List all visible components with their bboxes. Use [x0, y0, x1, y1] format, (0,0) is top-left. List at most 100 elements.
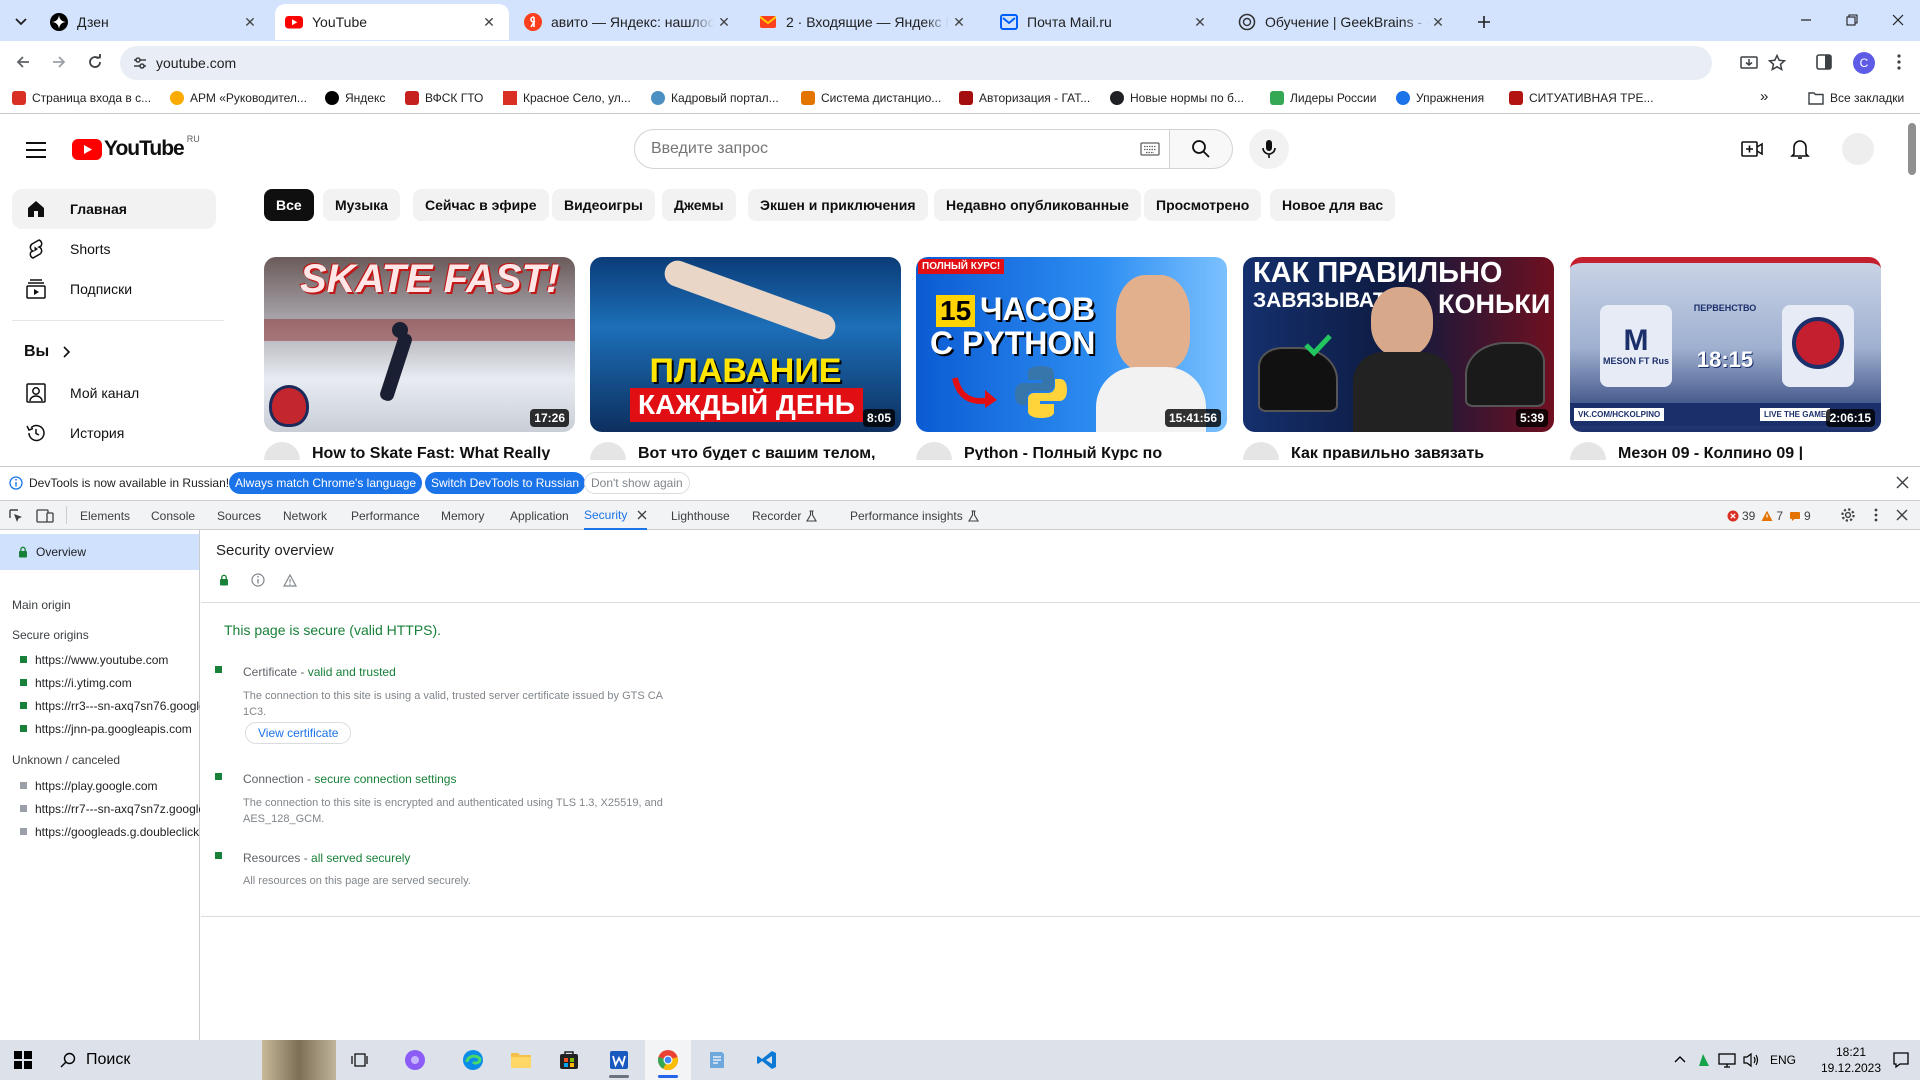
notification-center-icon[interactable]	[1892, 1051, 1910, 1069]
tab-performance-insights[interactable]: Performance insights	[850, 509, 979, 523]
bookmark-item[interactable]: Страница входа в с...	[12, 91, 151, 105]
sidebar-item-home[interactable]: Главная	[12, 189, 216, 229]
youtube-logo[interactable]: YouTube RU	[72, 134, 200, 161]
close-icon[interactable]: ✕	[1428, 14, 1448, 31]
bookmark-item[interactable]: Лидеры России	[1270, 91, 1376, 105]
url-text[interactable]: youtube.com	[156, 55, 236, 71]
tab-avito-yandex[interactable]: авито — Яндекс: нашлось 5 ты ✕	[514, 4, 744, 40]
taskbar-app-copilot[interactable]	[392, 1040, 438, 1080]
channel-avatar[interactable]	[264, 442, 300, 460]
tray-app-icon[interactable]	[1697, 1052, 1711, 1068]
issue-counters[interactable]: 39 7 9	[1727, 509, 1811, 523]
search-box[interactable]	[634, 129, 1170, 169]
taskbar-app-word[interactable]	[596, 1040, 642, 1080]
tab-search-button[interactable]	[8, 8, 34, 34]
taskbar-app-explorer[interactable]	[498, 1040, 544, 1080]
video-thumbnail[interactable]: ПОЛНЫЙ КУРС! 15 ЧАСОВ С PYTHON 15:41:56	[916, 257, 1227, 432]
close-icon[interactable]	[1896, 476, 1909, 489]
channel-avatar[interactable]	[916, 442, 952, 460]
account-avatar[interactable]	[1842, 133, 1874, 165]
origin-item[interactable]: https://googleads.g.doubleclick.net	[20, 825, 200, 839]
video-title[interactable]: How to Skate Fast: What Really	[312, 445, 550, 460]
search-button[interactable]	[1169, 129, 1233, 169]
close-icon[interactable]: ✕	[479, 14, 499, 31]
bookmark-item[interactable]: Упражнения	[1396, 91, 1484, 105]
chip-jams[interactable]: Джемы	[662, 189, 736, 221]
page-scrollbar-thumb[interactable]	[1908, 123, 1916, 175]
origin-item[interactable]: https://rr7---sn-axq7sn7z.googlevideo.co…	[20, 802, 200, 816]
bookmark-star-icon[interactable]	[1768, 54, 1786, 72]
dont-show-again-button[interactable]: Don't show again	[584, 472, 690, 494]
all-bookmarks-button[interactable]: Все закладки	[1808, 91, 1904, 105]
video-thumbnail[interactable]: M MESON FT Rus ПЕРВЕНСТВО 18:15 VK.COM/H…	[1570, 257, 1881, 432]
tab-geekbrains[interactable]: Обучение | GeekBrains - образ ✕	[1228, 4, 1458, 40]
tab-network[interactable]: Network	[283, 509, 327, 523]
chip-new-for-you[interactable]: Новое для вас	[1270, 189, 1396, 221]
switch-devtools-russian-button[interactable]: Switch DevTools to Russian	[425, 472, 586, 494]
volume-icon[interactable]	[1742, 1052, 1760, 1068]
close-icon[interactable]: ✕	[949, 14, 969, 31]
tab-application[interactable]: Application	[510, 509, 569, 523]
profile-avatar[interactable]: C	[1853, 52, 1875, 74]
search-input[interactable]	[651, 140, 1111, 158]
tab-console[interactable]: Console	[151, 509, 195, 523]
bookmark-item[interactable]: Яндекс	[325, 91, 385, 105]
match-chrome-language-button[interactable]: Always match Chrome's language	[229, 472, 423, 494]
new-tab-button[interactable]	[1470, 8, 1498, 36]
chip-all[interactable]: Все	[264, 189, 314, 221]
chip-watched[interactable]: Просмотрено	[1144, 189, 1262, 221]
hamburger-menu-icon[interactable]	[24, 140, 48, 160]
bookmark-item[interactable]: Кадровый портал...	[651, 91, 779, 105]
window-restore-button[interactable]	[1832, 8, 1872, 32]
side-panel-icon[interactable]	[1815, 53, 1833, 71]
taskbar-app-chrome[interactable]	[645, 1040, 691, 1080]
chip-video-games[interactable]: Видеоигры	[552, 189, 655, 221]
chip-music[interactable]: Музыка	[323, 189, 400, 221]
video-title[interactable]: Как правильно завязать	[1291, 445, 1484, 460]
tab-memory[interactable]: Memory	[441, 509, 484, 523]
close-icon[interactable]	[637, 510, 647, 520]
tab-sources[interactable]: Sources	[217, 509, 261, 523]
tab-dzen[interactable]: Дзен ✕	[40, 4, 270, 40]
video-title[interactable]: Вот что будет с вашим телом,	[638, 445, 876, 460]
keyboard-icon[interactable]	[1140, 142, 1160, 156]
start-button[interactable]	[0, 1040, 46, 1080]
create-video-icon[interactable]	[1740, 137, 1764, 161]
tab-elements[interactable]: Elements	[80, 509, 130, 523]
tab-lighthouse[interactable]: Lighthouse	[671, 509, 730, 523]
close-icon[interactable]: ✕	[714, 14, 734, 31]
task-view-button[interactable]	[336, 1040, 382, 1080]
taskbar-app-store[interactable]	[546, 1040, 592, 1080]
close-icon[interactable]: ✕	[1190, 14, 1210, 31]
sidebar-item-overview[interactable]: Overview	[0, 534, 199, 570]
channel-avatar[interactable]	[590, 442, 626, 460]
taskbar-app-notepad[interactable]	[694, 1040, 740, 1080]
sidebar-item-subscriptions[interactable]: Подписки	[12, 269, 216, 309]
bookmark-item[interactable]: СИТУАТИВНАЯ ТРЕ...	[1509, 91, 1653, 105]
bookmark-item[interactable]: Система дистанцио...	[801, 91, 941, 105]
tab-mail-ru[interactable]: Почта Mail.ru ✕	[990, 4, 1220, 40]
network-icon[interactable]	[1718, 1052, 1736, 1068]
window-close-button[interactable]	[1878, 8, 1918, 32]
video-title[interactable]: Python - Полный Курс по	[964, 445, 1162, 460]
close-icon[interactable]: ✕	[240, 14, 260, 31]
device-toolbar-icon[interactable]	[36, 508, 54, 524]
chip-live[interactable]: Сейчас в эфире	[413, 189, 549, 221]
sidebar-item-history[interactable]: История	[12, 413, 216, 453]
origin-item[interactable]: https://jnn-pa.googleapis.com	[20, 722, 200, 736]
view-certificate-button[interactable]: View certificate	[245, 722, 352, 744]
tab-security[interactable]: Security	[584, 501, 648, 530]
tab-performance[interactable]: Performance	[351, 509, 420, 523]
sidebar-you-header[interactable]: Вы	[24, 343, 73, 361]
sidebar-item-my-channel[interactable]: Мой канал	[12, 373, 216, 413]
chevron-up-icon[interactable]	[1673, 1053, 1687, 1067]
tab-recorder[interactable]: Recorder	[752, 509, 818, 523]
origin-item[interactable]: https://i.ytimg.com	[20, 676, 200, 690]
bookmark-item[interactable]: Новые нормы по б...	[1110, 91, 1244, 105]
taskbar-app-vscode[interactable]	[744, 1040, 790, 1080]
bookmark-item[interactable]: АРМ «Руководител...	[170, 91, 307, 105]
video-thumbnail[interactable]: SKATE FAST! 17:26	[264, 257, 575, 432]
forward-button[interactable]	[46, 49, 72, 75]
video-thumbnail[interactable]: КАК ПРАВИЛЬНО ЗАВЯЗЫВАТЬ КОНЬКИ 5:39	[1243, 257, 1554, 432]
channel-avatar[interactable]	[1243, 442, 1279, 460]
